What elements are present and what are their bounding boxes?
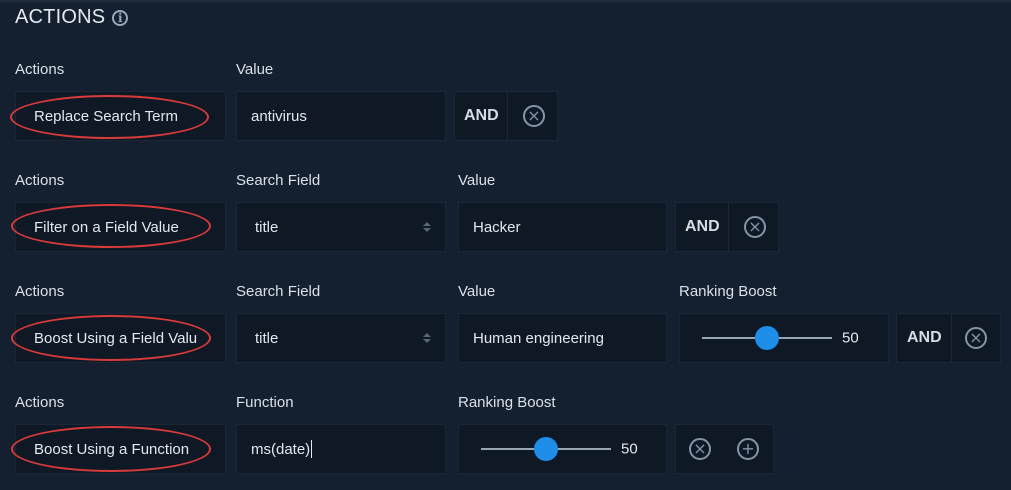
operator-group: AND × [896,313,1001,363]
select-arrows-icon [423,333,431,343]
and-toggle[interactable]: AND [685,218,720,236]
value-input[interactable]: Human engineering [458,313,667,363]
ranking-boost-label: Ranking Boost [458,394,556,411]
action-select[interactable]: Filter on a Field Value [15,202,226,252]
value-label: Value [458,172,496,189]
ranking-boost-label: Ranking Boost [679,283,777,300]
section-title: ACTIONS [15,6,106,28]
group-divider [507,92,508,140]
row-controls-group: × + [675,424,774,474]
section-header: ACTIONS i [15,6,129,29]
function-input-text: ms(date) [251,440,311,458]
value-input-text: Hacker [473,218,521,236]
operator-group: AND × [454,91,558,141]
value-input[interactable]: Hacker [458,202,667,252]
close-circle-icon[interactable]: × [744,216,766,238]
close-circle-icon[interactable]: × [523,105,545,127]
info-icon[interactable]: i [112,9,129,26]
slider-value: 50 [621,440,638,458]
value-label: Value [236,61,274,78]
slider-value: 50 [842,329,859,347]
ranking-boost-slider: 50 [679,313,889,363]
actions-label: Actions [15,61,65,78]
value-input[interactable]: antivirus [236,91,446,141]
close-circle-icon[interactable]: × [965,327,987,349]
action-select-value: Boost Using a Field Valu [34,329,198,347]
search-field-select-value: title [255,329,279,347]
action-select[interactable]: Replace Search Term [15,91,226,141]
text-cursor [311,440,313,458]
slider-thumb[interactable] [534,437,558,461]
and-toggle[interactable]: AND [907,329,942,347]
action-select-value: Boost Using a Function [34,440,190,458]
select-arrows-icon [423,222,431,232]
value-input-text: antivirus [251,107,307,125]
ranking-boost-slider: 50 [458,424,667,474]
search-field-select[interactable]: title [236,313,446,363]
search-field-select-value: title [255,218,279,236]
plus-circle-icon[interactable]: + [737,438,759,460]
actions-label: Actions [15,283,65,300]
actions-panel: ACTIONS i Actions Value Replace Search T… [0,0,1011,490]
actions-label: Actions [15,394,65,411]
close-circle-icon[interactable]: × [689,438,711,460]
value-label: Value [458,283,496,300]
and-toggle[interactable]: AND [464,107,499,125]
search-field-label: Search Field [236,283,321,300]
function-input[interactable]: ms(date) [236,424,446,474]
actions-label: Actions [15,172,65,189]
top-divider [0,0,1011,2]
action-select-value: Replace Search Term [34,107,178,125]
action-select[interactable]: Boost Using a Function [15,424,226,474]
operator-group: AND × [675,202,779,252]
value-input-text: Human engineering [473,329,604,347]
search-field-label: Search Field [236,172,321,189]
group-divider [728,203,729,251]
slider-thumb[interactable] [755,326,779,350]
action-select[interactable]: Boost Using a Field Valu [15,313,226,363]
action-select-value: Filter on a Field Value [34,218,179,236]
search-field-select[interactable]: title [236,202,446,252]
function-label: Function [236,394,294,411]
group-divider [951,314,952,362]
